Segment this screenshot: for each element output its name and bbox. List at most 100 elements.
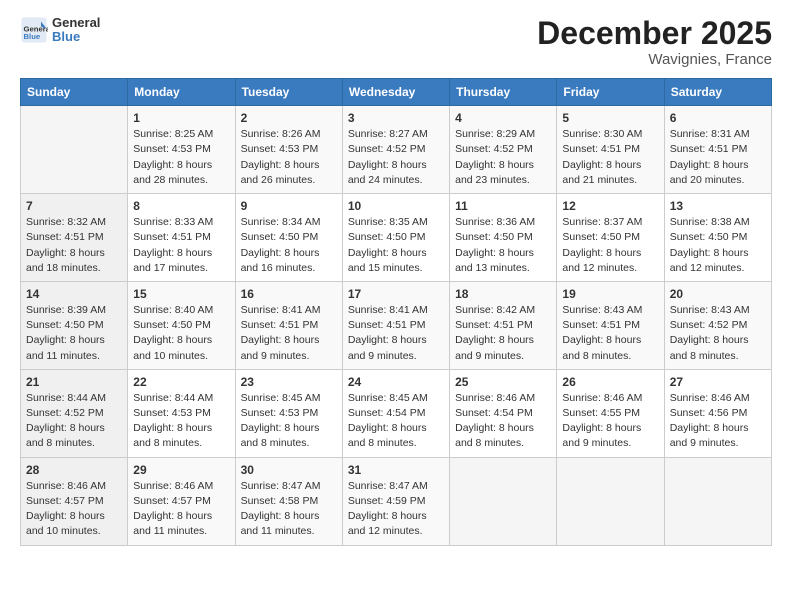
calendar-cell: 12Sunrise: 8:37 AMSunset: 4:50 PMDayligh… xyxy=(557,194,664,282)
calendar-cell: 1Sunrise: 8:25 AMSunset: 4:53 PMDaylight… xyxy=(128,106,235,194)
cell-info: Sunrise: 8:44 AMSunset: 4:53 PMDaylight:… xyxy=(133,391,229,452)
cell-info: Sunrise: 8:46 AMSunset: 4:56 PMDaylight:… xyxy=(670,391,766,452)
day-number: 27 xyxy=(670,375,766,389)
cell-info: Sunrise: 8:40 AMSunset: 4:50 PMDaylight:… xyxy=(133,303,229,364)
cell-info: Sunrise: 8:39 AMSunset: 4:50 PMDaylight:… xyxy=(26,303,122,364)
cell-info: Sunrise: 8:32 AMSunset: 4:51 PMDaylight:… xyxy=(26,215,122,276)
day-number: 1 xyxy=(133,111,229,125)
cell-info: Sunrise: 8:41 AMSunset: 4:51 PMDaylight:… xyxy=(241,303,337,364)
cell-info: Sunrise: 8:33 AMSunset: 4:51 PMDaylight:… xyxy=(133,215,229,276)
day-number: 26 xyxy=(562,375,658,389)
calendar-cell: 6 Sunrise: 8:31 AMSunset: 4:51 PMDaylight… xyxy=(664,106,771,194)
cell-info: Sunrise: 8:46 AMSunset: 4:54 PMDaylight:… xyxy=(455,391,551,452)
logo: General Blue General Blue xyxy=(20,16,100,45)
col-saturday: Saturday xyxy=(664,79,771,106)
day-number: 19 xyxy=(562,287,658,301)
col-thursday: Thursday xyxy=(450,79,557,106)
calendar-cell: 20 Sunrise: 8:43 AMSunset: 4:52 PMDayligh… xyxy=(664,281,771,369)
calendar-cell: 2 Sunrise: 8:26 AMSunset: 4:53 PMDaylight… xyxy=(235,106,342,194)
cell-info: Sunrise: 8:43 AMSunset: 4:52 PMDaylight:… xyxy=(670,303,766,364)
calendar-week-row: 14 Sunrise: 8:39 AMSunset: 4:50 PMDayligh… xyxy=(21,281,772,369)
calendar-cell: 16 Sunrise: 8:41 AMSunset: 4:51 PMDayligh… xyxy=(235,281,342,369)
day-number: 9 xyxy=(241,199,337,213)
calendar-title: December 2025 xyxy=(537,16,772,51)
calendar-cell: 25 Sunrise: 8:46 AMSunset: 4:54 PMDayligh… xyxy=(450,369,557,457)
calendar-cell xyxy=(557,457,664,545)
day-number: 4 xyxy=(455,111,551,125)
calendar-cell: 4 Sunrise: 8:29 AMSunset: 4:52 PMDaylight… xyxy=(450,106,557,194)
calendar-week-row: 1Sunrise: 8:25 AMSunset: 4:53 PMDaylight… xyxy=(21,106,772,194)
calendar-cell: 28Sunrise: 8:46 AMSunset: 4:57 PMDayligh… xyxy=(21,457,128,545)
cell-info: Sunrise: 8:42 AMSunset: 4:51 PMDaylight:… xyxy=(455,303,551,364)
day-number: 2 xyxy=(241,111,337,125)
calendar-week-row: 7 Sunrise: 8:32 AMSunset: 4:51 PMDaylight… xyxy=(21,194,772,282)
cell-info: Sunrise: 8:45 AMSunset: 4:53 PMDaylight:… xyxy=(241,391,337,452)
calendar-page: General Blue General Blue December 2025 … xyxy=(0,0,792,612)
col-tuesday: Tuesday xyxy=(235,79,342,106)
day-number: 15 xyxy=(133,287,229,301)
calendar-cell: 24Sunrise: 8:45 AMSunset: 4:54 PMDayligh… xyxy=(342,369,449,457)
calendar-cell: 5 Sunrise: 8:30 AMSunset: 4:51 PMDaylight… xyxy=(557,106,664,194)
day-number: 18 xyxy=(455,287,551,301)
calendar-cell xyxy=(450,457,557,545)
day-number: 17 xyxy=(348,287,444,301)
cell-info: Sunrise: 8:29 AMSunset: 4:52 PMDaylight:… xyxy=(455,127,551,188)
calendar-cell: 9Sunrise: 8:34 AMSunset: 4:50 PMDaylight… xyxy=(235,194,342,282)
calendar-cell xyxy=(21,106,128,194)
calendar-cell: 15 Sunrise: 8:40 AMSunset: 4:50 PMDayligh… xyxy=(128,281,235,369)
day-number: 20 xyxy=(670,287,766,301)
cell-info: Sunrise: 8:30 AMSunset: 4:51 PMDaylight:… xyxy=(562,127,658,188)
calendar-cell: 10 Sunrise: 8:35 AMSunset: 4:50 PMDayligh… xyxy=(342,194,449,282)
calendar-body: 1Sunrise: 8:25 AMSunset: 4:53 PMDaylight… xyxy=(21,106,772,545)
logo-icon: General Blue xyxy=(20,16,48,44)
cell-info: Sunrise: 8:38 AMSunset: 4:50 PMDaylight:… xyxy=(670,215,766,276)
logo-general: General xyxy=(52,16,100,30)
calendar-cell: 23 Sunrise: 8:45 AMSunset: 4:53 PMDayligh… xyxy=(235,369,342,457)
day-number: 12 xyxy=(562,199,658,213)
day-number: 30 xyxy=(241,463,337,477)
day-number: 14 xyxy=(26,287,122,301)
calendar-cell: 14 Sunrise: 8:39 AMSunset: 4:50 PMDayligh… xyxy=(21,281,128,369)
day-number: 28 xyxy=(26,463,122,477)
calendar-cell: 31Sunrise: 8:47 AMSunset: 4:59 PMDayligh… xyxy=(342,457,449,545)
calendar-week-row: 21 Sunrise: 8:44 AMSunset: 4:52 PMDayligh… xyxy=(21,369,772,457)
day-number: 7 xyxy=(26,199,122,213)
calendar-header: Sunday Monday Tuesday Wednesday Thursday… xyxy=(21,79,772,106)
calendar-subtitle: Wavignies, France xyxy=(537,51,772,68)
day-number: 29 xyxy=(133,463,229,477)
calendar-cell: 17 Sunrise: 8:41 AMSunset: 4:51 PMDayligh… xyxy=(342,281,449,369)
calendar-table: Sunday Monday Tuesday Wednesday Thursday… xyxy=(20,78,772,545)
day-number: 25 xyxy=(455,375,551,389)
calendar-cell: 19 Sunrise: 8:43 AMSunset: 4:51 PMDayligh… xyxy=(557,281,664,369)
cell-info: Sunrise: 8:35 AMSunset: 4:50 PMDaylight:… xyxy=(348,215,444,276)
cell-info: Sunrise: 8:27 AMSunset: 4:52 PMDaylight:… xyxy=(348,127,444,188)
title-block: December 2025 Wavignies, France xyxy=(537,16,772,68)
day-number: 24 xyxy=(348,375,444,389)
day-number: 3 xyxy=(348,111,444,125)
calendar-cell: 27 Sunrise: 8:46 AMSunset: 4:56 PMDayligh… xyxy=(664,369,771,457)
calendar-cell: 7 Sunrise: 8:32 AMSunset: 4:51 PMDaylight… xyxy=(21,194,128,282)
cell-info: Sunrise: 8:44 AMSunset: 4:52 PMDaylight:… xyxy=(26,391,122,452)
cell-info: Sunrise: 8:31 AMSunset: 4:51 PMDaylight:… xyxy=(670,127,766,188)
calendar-cell: 8Sunrise: 8:33 AMSunset: 4:51 PMDaylight… xyxy=(128,194,235,282)
calendar-cell: 30 Sunrise: 8:47 AMSunset: 4:58 PMDayligh… xyxy=(235,457,342,545)
cell-info: Sunrise: 8:36 AMSunset: 4:50 PMDaylight:… xyxy=(455,215,551,276)
day-number: 6 xyxy=(670,111,766,125)
col-sunday: Sunday xyxy=(21,79,128,106)
day-number: 16 xyxy=(241,287,337,301)
day-number: 31 xyxy=(348,463,444,477)
calendar-cell: 22Sunrise: 8:44 AMSunset: 4:53 PMDayligh… xyxy=(128,369,235,457)
day-number: 21 xyxy=(26,375,122,389)
day-number: 5 xyxy=(562,111,658,125)
header: General Blue General Blue December 2025 … xyxy=(20,16,772,68)
cell-info: Sunrise: 8:46 AMSunset: 4:57 PMDaylight:… xyxy=(133,479,229,540)
cell-info: Sunrise: 8:26 AMSunset: 4:53 PMDaylight:… xyxy=(241,127,337,188)
day-number: 10 xyxy=(348,199,444,213)
logo-blue: Blue xyxy=(52,30,100,44)
cell-info: Sunrise: 8:43 AMSunset: 4:51 PMDaylight:… xyxy=(562,303,658,364)
day-number: 23 xyxy=(241,375,337,389)
header-row: Sunday Monday Tuesday Wednesday Thursday… xyxy=(21,79,772,106)
cell-info: Sunrise: 8:47 AMSunset: 4:58 PMDaylight:… xyxy=(241,479,337,540)
cell-info: Sunrise: 8:41 AMSunset: 4:51 PMDaylight:… xyxy=(348,303,444,364)
cell-info: Sunrise: 8:46 AMSunset: 4:55 PMDaylight:… xyxy=(562,391,658,452)
